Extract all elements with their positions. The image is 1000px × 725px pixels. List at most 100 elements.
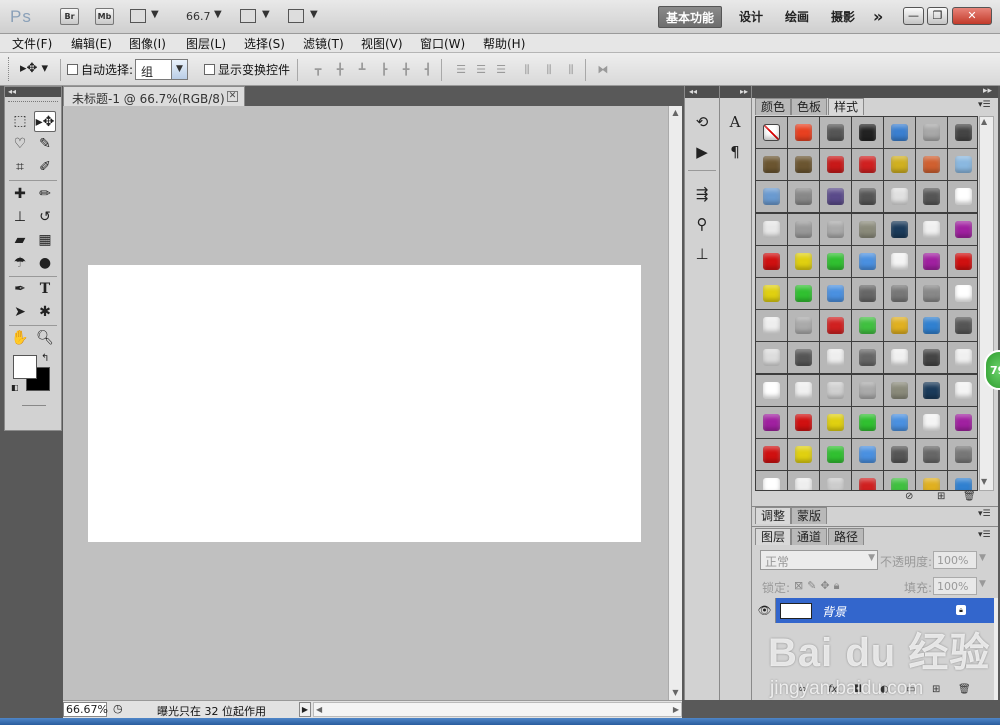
tab-channels[interactable]: 通道	[791, 528, 828, 545]
distribute-hcenter-icon[interactable]: ⫼	[540, 63, 558, 77]
style-swatch[interactable]	[756, 181, 787, 213]
path-select-icon[interactable]: ➤	[9, 302, 31, 323]
clone-source-icon[interactable]: ⚲	[690, 212, 714, 236]
status-info-icon[interactable]: ◷	[113, 702, 123, 715]
menu-filter[interactable]: 滤镜(T)	[303, 35, 344, 52]
quick-mask-icon[interactable]	[22, 405, 46, 406]
character-icon[interactable]: A	[723, 110, 747, 134]
style-swatch[interactable]	[884, 149, 915, 181]
more-workspaces-button[interactable]: »	[866, 6, 890, 28]
style-swatch[interactable]	[820, 374, 851, 406]
horizontal-scrollbar[interactable]: ◀ ▶	[313, 702, 682, 717]
panel-header[interactable]: ▸▸	[752, 86, 998, 98]
show-transform-checkbox[interactable]	[204, 64, 215, 75]
style-swatch[interactable]	[852, 181, 883, 213]
crop-icon[interactable]: ⌗	[9, 157, 31, 178]
style-swatch[interactable]	[788, 406, 819, 438]
style-swatch[interactable]	[948, 374, 977, 406]
style-swatch[interactable]	[948, 438, 977, 470]
style-swatch[interactable]	[852, 471, 883, 490]
new-layer-icon[interactable]: ⊞	[932, 684, 940, 695]
style-swatch[interactable]	[820, 181, 851, 213]
style-swatch[interactable]	[852, 342, 883, 374]
style-swatch[interactable]	[884, 310, 915, 342]
document-tab[interactable]: 未标题-1 @ 66.7%(RGB/8) ✕	[63, 86, 245, 106]
chevron-down-icon[interactable]: ▼	[979, 553, 986, 563]
scroll-down-icon[interactable]: ▼	[981, 477, 987, 486]
style-swatch[interactable]	[788, 181, 819, 213]
style-swatch[interactable]	[756, 438, 787, 470]
style-swatch[interactable]	[916, 245, 947, 277]
hand-icon[interactable]: ✋	[9, 328, 31, 349]
style-swatch[interactable]	[788, 374, 819, 406]
align-bottom-icon[interactable]: ┻	[353, 63, 371, 77]
arrange-documents-icon[interactable]	[240, 9, 256, 23]
default-colors-icon[interactable]: ◧	[11, 383, 19, 392]
workspace-essentials[interactable]: 基本功能	[658, 6, 723, 28]
menu-layer[interactable]: 图层(L)	[186, 35, 226, 52]
scroll-down-icon[interactable]: ▼	[669, 686, 682, 699]
style-swatch[interactable]	[948, 471, 977, 490]
style-swatch[interactable]	[916, 471, 947, 490]
menu-file[interactable]: 文件(F)	[12, 35, 52, 52]
close-document-icon[interactable]: ✕	[227, 91, 238, 102]
healing-icon[interactable]: ✚	[9, 184, 31, 205]
dock-header[interactable]: ◂◂	[685, 86, 719, 98]
style-swatch[interactable]	[820, 277, 851, 309]
style-swatch[interactable]	[788, 471, 819, 490]
menu-select[interactable]: 选择(S)	[244, 35, 285, 52]
distribute-right-icon[interactable]: ⫼	[562, 63, 580, 77]
trash-icon[interactable]: 🗑︎	[958, 684, 971, 695]
view-extras-icon[interactable]	[130, 9, 146, 23]
fill-field[interactable]: 100%	[933, 577, 977, 595]
brush-icon[interactable]: ✏	[34, 184, 56, 205]
minimize-button[interactable]: —	[903, 7, 924, 25]
style-swatch[interactable]	[852, 406, 883, 438]
pen-icon[interactable]: ✒	[9, 279, 31, 300]
style-swatch[interactable]	[916, 213, 947, 245]
align-hcenter-icon[interactable]: ╋	[397, 63, 415, 77]
distribute-vcenter-icon[interactable]: ☰	[472, 63, 490, 77]
auto-select-checkbox[interactable]	[67, 64, 78, 75]
style-swatch[interactable]	[788, 277, 819, 309]
restore-button[interactable]: ❐	[927, 7, 948, 25]
distribute-bottom-icon[interactable]: ☰	[492, 63, 510, 77]
style-swatch[interactable]	[884, 213, 915, 245]
swap-colors-icon[interactable]: ↰	[41, 353, 49, 364]
panel-menu-icon[interactable]: ▾☰	[978, 530, 991, 540]
style-swatch[interactable]	[948, 406, 977, 438]
style-swatch[interactable]	[756, 213, 787, 245]
style-swatch[interactable]	[916, 149, 947, 181]
align-top-icon[interactable]: ┳	[309, 63, 327, 77]
workspace-photography[interactable]: 摄影	[824, 6, 862, 28]
style-swatch[interactable]	[788, 342, 819, 374]
panel-menu-icon[interactable]: ▾☰	[978, 509, 991, 519]
style-swatch[interactable]	[884, 374, 915, 406]
style-swatch[interactable]	[852, 213, 883, 245]
style-swatch[interactable]	[884, 181, 915, 213]
style-swatch[interactable]	[884, 277, 915, 309]
style-swatch[interactable]	[884, 245, 915, 277]
menu-help[interactable]: 帮助(H)	[483, 35, 525, 52]
status-zoom-field[interactable]: 66.67%	[63, 702, 108, 717]
style-swatch[interactable]	[948, 277, 977, 309]
style-swatch[interactable]	[852, 374, 883, 406]
layers-scrollbar[interactable]	[994, 598, 998, 700]
dodge-icon[interactable]: ●	[34, 253, 56, 274]
style-swatch[interactable]	[756, 342, 787, 374]
style-swatch[interactable]	[820, 245, 851, 277]
marquee-icon[interactable]: ⬚	[9, 111, 31, 132]
eraser-icon[interactable]: ▰	[9, 230, 31, 251]
style-swatch[interactable]	[916, 310, 947, 342]
chevron-down-icon[interactable]: ▼	[310, 9, 318, 20]
style-swatch[interactable]	[788, 213, 819, 245]
scroll-left-icon[interactable]: ◀	[316, 703, 322, 716]
style-swatch[interactable]	[852, 117, 883, 148]
tab-swatches[interactable]: 色板	[791, 98, 828, 115]
style-swatch[interactable]	[820, 471, 851, 490]
menu-edit[interactable]: 编辑(E)	[71, 35, 112, 52]
scroll-up-icon[interactable]: ▲	[669, 106, 682, 119]
zoom-level[interactable]: 66.7	[186, 10, 211, 23]
style-swatch[interactable]	[948, 117, 977, 148]
lock-icons[interactable]: ⊠✎✥🔒︎	[794, 579, 844, 593]
